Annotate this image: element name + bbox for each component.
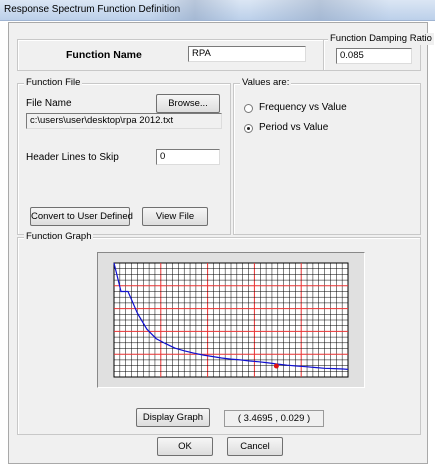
title-bar-decoration [250,0,390,20]
view-file-button[interactable]: View File [142,207,208,226]
function-graph-group: Function Graph Display Graph ( 3.4695 , … [17,231,421,435]
title-bar[interactable]: Response Spectrum Function Definition [0,0,435,21]
function-graph-legend: Function Graph [24,231,94,243]
file-path-field[interactable]: c:\users\user\desktop\rpa 2012.txt [26,113,222,129]
header-lines-label: Header Lines to Skip [26,152,119,163]
convert-to-user-defined-button[interactable]: Convert to User Defined [30,207,133,226]
frequency-option-label[interactable]: Frequency vs Value [259,102,347,114]
header-lines-field[interactable]: 0 [156,149,220,165]
period-radio[interactable] [244,124,253,133]
dialog-body: Function Name RPA Function Damping Ratio… [8,22,434,464]
function-name-field[interactable]: RPA [188,46,306,62]
values-are-group: Values are: Frequency vs Value Period vs… [233,77,421,235]
title-bar-decoration [150,0,240,20]
period-option-label[interactable]: Period vs Value [259,122,328,134]
display-graph-button[interactable]: Display Graph [136,408,210,427]
ok-button[interactable]: OK [157,437,213,456]
function-file-group: Function File File Name Browse... c:\use… [17,77,231,235]
radio-selected-dot [247,127,250,130]
file-name-label: File Name [26,98,72,109]
cursor-marker [273,363,279,369]
frequency-radio[interactable] [244,104,253,113]
damping-ratio-field[interactable]: 0.085 [336,48,412,64]
cancel-button[interactable]: Cancel [227,437,283,456]
damping-ratio-group: Function Damping Ratio 0.085 [323,33,434,71]
cursor-coordinate-readout: ( 3.4695 , 0.029 ) [224,410,324,427]
function-graph-plot[interactable] [97,252,365,388]
values-are-legend: Values are: [240,77,292,89]
browse-button[interactable]: Browse... [156,94,220,113]
function-name-label: Function Name [66,49,142,61]
function-file-legend: Function File [24,77,83,89]
damping-ratio-legend: Function Damping Ratio [328,33,434,45]
